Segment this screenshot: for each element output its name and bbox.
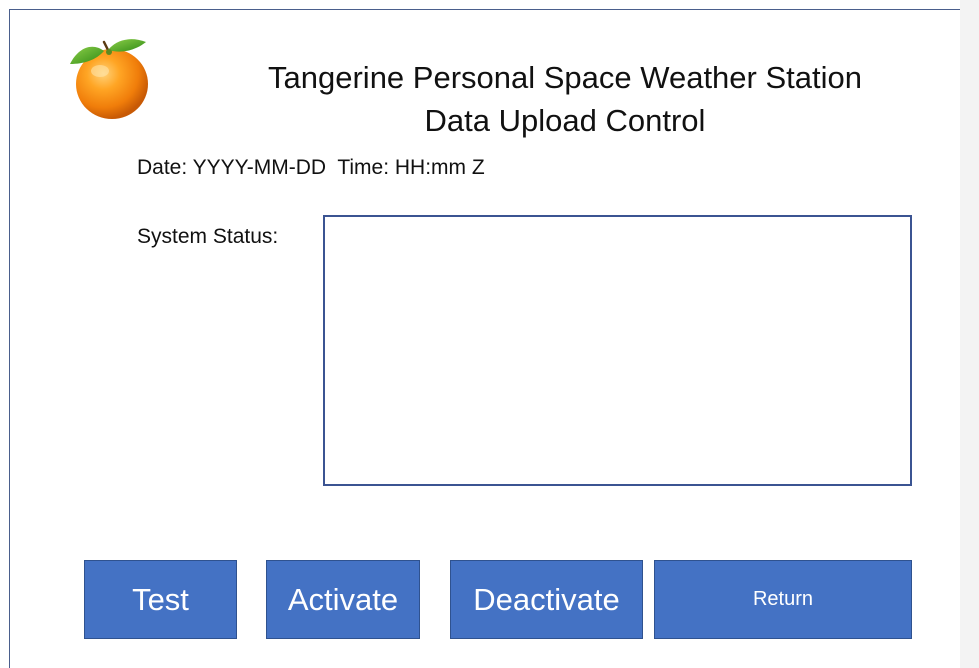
page-subtitle: Data Upload Control [424, 103, 706, 138]
tangerine-icon [64, 34, 156, 124]
page-title: Tangerine Personal Space Weather Station [268, 60, 862, 95]
date-time-readout: Date: YYYY-MM-DD Time: HH:mm Z [137, 156, 485, 179]
system-status-box[interactable] [323, 215, 912, 486]
return-button[interactable]: Return [654, 560, 912, 639]
app-window: Tangerine Personal Space Weather Station… [0, 0, 979, 668]
side-strip [960, 0, 979, 668]
test-button[interactable]: Test [84, 560, 237, 639]
deactivate-button[interactable]: Deactivate [450, 560, 643, 639]
system-status-label: System Status: [137, 225, 279, 248]
activate-button[interactable]: Activate [266, 560, 420, 639]
